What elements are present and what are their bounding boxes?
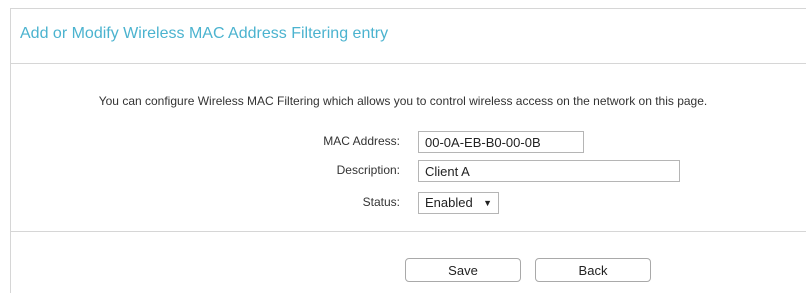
save-button[interactable]: Save bbox=[405, 258, 521, 282]
status-label: Status: bbox=[362, 195, 400, 209]
status-selected-value: Enabled bbox=[425, 195, 473, 210]
mac-address-input[interactable] bbox=[418, 131, 584, 153]
page-title: Add or Modify Wireless MAC Address Filte… bbox=[20, 25, 389, 42]
title-divider bbox=[10, 63, 806, 64]
mac-filter-page: Add or Modify Wireless MAC Address Filte… bbox=[0, 0, 806, 293]
mac-address-label: MAC Address: bbox=[323, 134, 400, 148]
panel-border bbox=[10, 8, 806, 293]
form-divider bbox=[10, 231, 806, 232]
back-button[interactable]: Back bbox=[535, 258, 651, 282]
status-select[interactable]: Enabled ▼ bbox=[418, 192, 499, 214]
description-label: Description: bbox=[336, 163, 400, 177]
dropdown-arrow-icon: ▼ bbox=[483, 198, 492, 208]
intro-text: You can configure Wireless MAC Filtering… bbox=[98, 94, 708, 108]
description-input[interactable] bbox=[418, 160, 680, 182]
